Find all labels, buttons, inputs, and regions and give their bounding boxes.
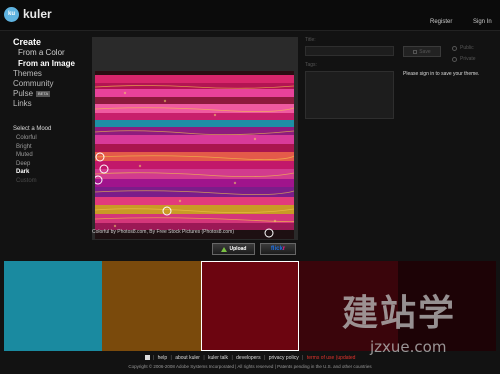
swatch-5[interactable] [397,261,497,351]
save-label: Save [419,48,431,55]
nav-links[interactable]: Links [13,99,75,109]
fabric-photo-art [95,71,294,239]
mood-custom[interactable]: Custom [13,177,51,186]
upload-button[interactable]: Upload [212,243,255,255]
mood-selector: Select a Mood Colorful Bright Muted Deep… [13,126,51,185]
register-link[interactable]: Register [430,19,452,25]
sign-in-link[interactable]: Sign In [473,19,492,25]
beta-badge: BETA [36,90,51,97]
footer-separator: | [170,355,172,361]
footer-about[interactable]: about kuler [175,355,200,361]
footer-separator: | [302,355,304,361]
footer-privacy[interactable]: privacy policy [269,355,299,361]
mood-muted[interactable]: Muted [13,151,51,160]
mood-dark[interactable]: Dark [13,168,51,177]
mood-deep[interactable]: Deep [13,160,51,169]
photo-caption: Colorful by Photos8.com, By Free Stock P… [92,229,234,235]
flickr-button[interactable]: flick r [260,243,296,255]
footer-help[interactable]: help [158,355,167,361]
kuler-logo-text[interactable]: kuler [23,7,52,21]
nav-community[interactable]: Community [13,79,75,89]
swatch-2[interactable] [102,261,201,351]
tags-label: Tags: [305,62,317,68]
nav-from-image[interactable]: From an Image [13,58,75,69]
footer-terms[interactable]: terms of use (updated [307,355,356,361]
fabric-photo [95,71,294,239]
footer-separator: | [152,355,155,361]
public-radio-icon[interactable] [452,45,457,51]
nav-from-color[interactable]: From a Color [13,47,75,58]
private-radio-icon[interactable] [452,56,457,62]
mood-colorful[interactable]: Colorful [13,134,51,143]
save-button[interactable]: Save [403,46,441,57]
footer-developers[interactable]: developers [236,355,260,361]
private-option[interactable]: Private [452,56,476,62]
flickr-logo-part-b: r [282,246,286,252]
upload-arrow-icon [220,246,227,252]
footer-links: | help | about kuler | kuler talk | deve… [0,355,500,361]
tags-input[interactable] [305,71,394,119]
swatch-1[interactable] [4,261,103,351]
title-input[interactable] [305,46,394,56]
footer-separator: | [231,355,233,361]
swatch-4[interactable] [299,261,398,351]
nav-pulse-label[interactable]: Pulse [13,89,33,98]
footer-separator: | [264,355,266,361]
footer-kuler-talk[interactable]: kuler talk [208,355,228,361]
mood-bright[interactable]: Bright [13,143,51,152]
color-swatches [4,261,497,351]
public-option[interactable]: Public [452,45,474,51]
nav-create[interactable]: Create [13,37,75,47]
footer-separator: | [203,355,205,361]
adobe-logo-icon[interactable] [144,355,150,361]
kuler-logo-icon[interactable]: ku [4,7,19,22]
mood-title: Select a Mood [13,126,52,132]
signin-message: Please sign in to save your theme. [403,71,480,77]
nav-themes[interactable]: Themes [13,69,75,79]
main-nav: Create From a Color From an Image Themes… [13,37,75,109]
image-panel [92,37,298,240]
upload-label: Upload [229,246,247,252]
public-label: Public [460,45,474,51]
save-icon [413,49,418,54]
flickr-logo-part-a: flick [270,246,283,252]
title-label: Title: [305,37,316,43]
nav-pulse[interactable]: Pulse BETA [13,89,75,99]
top-bar: ku kuler Register Sign In [0,0,500,30]
private-label: Private [460,56,476,62]
copyright: Copyright © 2006-2008 Adobe Systems Inco… [128,364,372,369]
header-divider [0,30,500,31]
swatch-3[interactable] [200,261,300,351]
